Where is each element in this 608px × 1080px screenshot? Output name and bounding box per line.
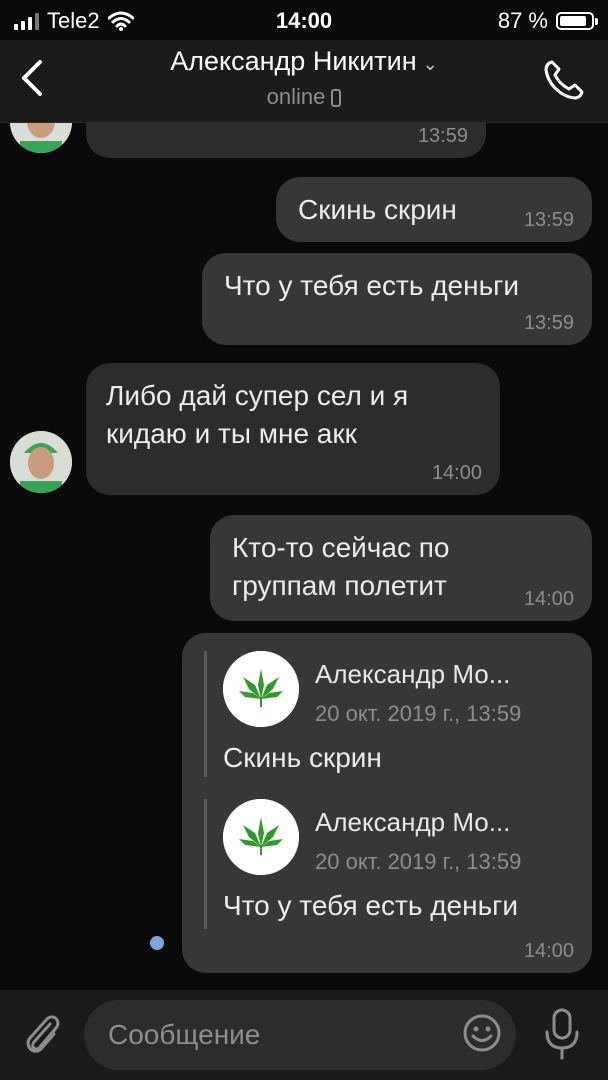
message-text: Скинь скрин [298,194,457,225]
contact-name: Александр Никитин [170,46,417,76]
message-time: 14:00 [523,940,574,962]
message-time: 14:00 [523,588,574,610]
message-text: Что у тебя есть деньги [224,270,520,301]
cannabis-leaf-icon [223,651,299,727]
message-time: 13:59 [523,209,574,231]
message-time: 13:59 [523,312,574,334]
message-bubble[interactable]: Кто-то сейчас по группам полетит 14:00 [210,515,592,621]
forwarded-text: Скинь скрин [223,742,382,773]
forwarded-message[interactable]: Александр Мо... 20 окт. 2019 г., 13:59 С… [204,651,572,777]
mobile-icon [331,89,342,107]
message-text-line: Кто-то сейчас по [232,532,450,563]
paperclip-icon[interactable] [20,1010,64,1058]
avatar [223,651,299,727]
avatar[interactable] [10,123,72,153]
status-text: online [266,84,326,109]
message-time: 13:59 [417,125,468,147]
avatar [223,799,299,875]
message-input[interactable]: Сообщение [84,1000,516,1070]
forwarded-message-bubble[interactable]: Александр Мо... 20 окт. 2019 г., 13:59 С… [182,633,592,973]
status-bar: Tele2 14:00 87 % [0,0,608,40]
message-input-placeholder: Сообщение [108,1019,261,1050]
cannabis-leaf-icon [223,799,299,875]
message-bubble[interactable]: Либо дай супер сел и я кидаю и ты мне ак… [86,363,500,495]
phone-icon[interactable] [542,58,586,102]
forwarded-date: 20 окт. 2019 г., 13:59 [315,849,522,874]
unread-indicator [150,936,164,950]
message-text-line: кидаю и ты мне акк [106,418,357,449]
contact-status: online [0,84,608,110]
message-bubble[interactable]: Скинь скрин 13:59 [276,177,592,242]
composer-bar: Сообщение [0,990,608,1080]
smiley-icon[interactable] [462,1013,502,1053]
message-bubble[interactable]: 13:59 [86,123,486,158]
avatar[interactable] [10,431,72,493]
forwarded-date: 20 окт. 2019 г., 13:59 [315,701,522,726]
forwarded-message[interactable]: Александр Мо... 20 окт. 2019 г., 13:59 Ч… [204,799,572,929]
forwarded-text: Что у тебя есть деньги [223,890,519,921]
battery-percent: 87 % [497,8,548,33]
message-bubble[interactable]: Что у тебя есть деньги 13:59 [202,253,592,345]
forwarded-author: Александр Мо... [315,807,511,837]
chat-header: Александр Никитин ⌄ online [0,40,608,123]
contact-name-button[interactable]: Александр Никитин ⌄ [0,46,608,77]
forwarded-author: Александр Мо... [315,659,511,689]
battery-icon [556,12,598,30]
message-list[interactable]: 13:59 Скинь скрин 13:59 Что у тебя есть … [0,123,608,990]
message-time: 14:00 [431,462,482,484]
chevron-down-icon: ⌄ [422,54,438,74]
message-text-line: Либо дай супер сел и я [106,380,409,411]
microphone-icon[interactable] [542,1006,582,1062]
